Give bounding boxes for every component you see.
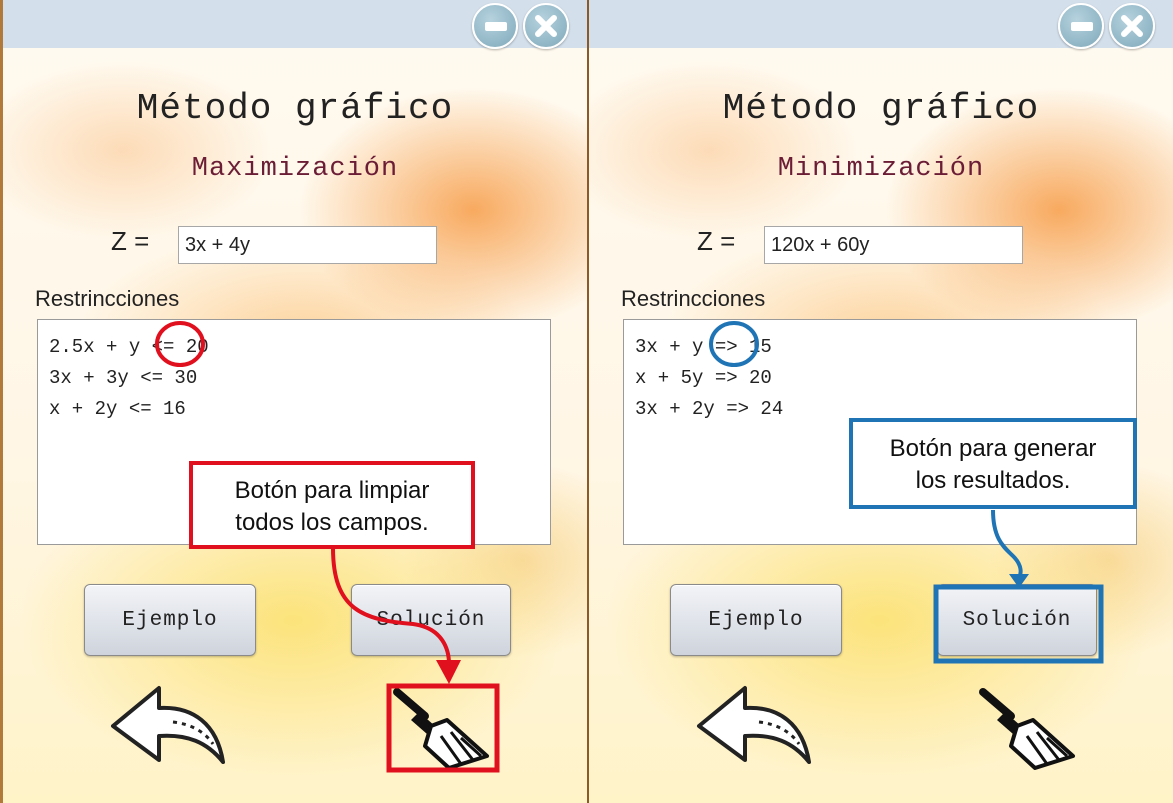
minimize-icon	[1071, 22, 1093, 31]
back-arrow-icon[interactable]	[109, 684, 229, 768]
example-button[interactable]: Ejemplo	[670, 584, 842, 656]
restriction-line: x + 2y <= 16	[49, 398, 186, 420]
objective-input[interactable]	[178, 226, 437, 264]
broom-icon[interactable]	[975, 686, 1083, 770]
broom-icon[interactable]	[389, 686, 497, 770]
callout-clear: Botón para limpiar todos los campos.	[189, 461, 475, 549]
minimize-icon	[485, 22, 507, 31]
restrictions-label: Restrincciones	[35, 286, 180, 311]
app-window-minimize: Método gráfico Minimización Z = Restrinc…	[589, 0, 1173, 803]
restriction-line: 3x + y => 15	[635, 336, 772, 358]
solution-button[interactable]: Solución	[937, 584, 1097, 656]
back-arrow-icon[interactable]	[695, 684, 815, 768]
close-icon	[1121, 15, 1143, 37]
mode-title: Maximización	[191, 154, 399, 184]
close-button[interactable]	[1109, 3, 1155, 49]
objective-label: Z =	[111, 226, 150, 256]
close-button[interactable]	[523, 3, 569, 49]
callout-text: Botón para limpiar	[234, 477, 430, 504]
callout-text: Botón para generar	[889, 435, 1097, 462]
example-button-label: Ejemplo	[708, 608, 804, 632]
solution-button[interactable]: Solución	[351, 584, 511, 656]
callout-text: todos los campos.	[235, 509, 429, 536]
objective-label: Z =	[697, 226, 736, 256]
example-button-label: Ejemplo	[122, 608, 218, 632]
solution-button-label: Solución	[962, 608, 1072, 632]
example-button[interactable]: Ejemplo	[84, 584, 256, 656]
restrictions-label: Restrincciones	[621, 286, 766, 311]
close-icon	[535, 15, 557, 37]
minimize-button[interactable]	[472, 3, 518, 49]
app-window-maximize: Método gráfico Maximización Z = Restrinc…	[3, 0, 587, 803]
app-title: Método gráfico	[722, 88, 1040, 129]
restriction-line: 3x + 3y <= 30	[49, 367, 198, 389]
minimize-button[interactable]	[1058, 3, 1104, 49]
callout-solve: Botón para generar los resultados.	[849, 418, 1137, 509]
restriction-line: x + 5y => 20	[635, 367, 772, 389]
callout-text: los resultados.	[915, 467, 1071, 494]
app-title: Método gráfico	[136, 88, 454, 129]
restriction-line: 2.5x + y <= 20	[49, 336, 209, 358]
restriction-line: 3x + 2y => 24	[635, 398, 784, 420]
mode-title: Minimización	[777, 154, 985, 184]
solution-button-label: Solución	[376, 608, 486, 632]
objective-input[interactable]	[764, 226, 1023, 264]
